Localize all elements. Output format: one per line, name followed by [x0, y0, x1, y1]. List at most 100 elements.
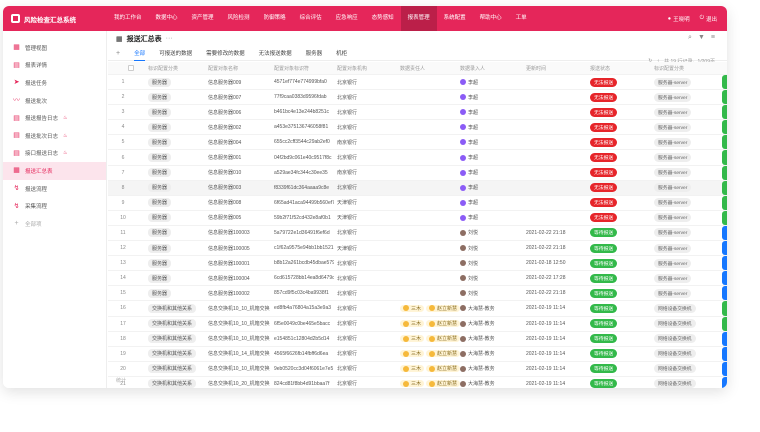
table-row[interactable]: 16 交换机和其他关系 信息交换机10_10_机箱交换 ed8fb4a76804a15…: [108, 301, 727, 317]
table-row[interactable]: 4 服务器 信息服务器002 a453e375136746058f81 北京银行 李超 无法…: [108, 120, 727, 136]
tab-1[interactable]: 可报送的数据: [159, 49, 192, 57]
table-row[interactable]: 5 服务器 信息服务器004 655cc2cff3544c29ab2ef0 南京银行 李超…: [108, 135, 727, 151]
nav-item-8[interactable]: 报表管理: [400, 6, 437, 31]
hot-icon: ♨: [63, 132, 68, 139]
cell-name[interactable]: 信息交换机10_10_机箱交换: [208, 301, 270, 315]
table-row[interactable]: 3 服务器 信息服务器006 b461bc4e13e244b8251c 北京银行 李超 无法…: [108, 105, 727, 121]
person: 李超: [460, 124, 478, 131]
status-badge: 无法报送: [590, 122, 618, 132]
tab-0[interactable]: 全部: [134, 49, 146, 61]
add-view-icon[interactable]: +: [116, 50, 120, 57]
table-row[interactable]: 9 服务器 信息服务器008 6f65ad41aca94499b560ef7 天津银行 李…: [108, 195, 727, 211]
cell-name[interactable]: 信息服务器100002: [208, 286, 270, 300]
nav-item-9[interactable]: 系统配置: [437, 6, 473, 31]
tab-3[interactable]: 无法报送数据: [259, 49, 292, 57]
cell-name[interactable]: 信息交换机10_10_机箱交换: [208, 317, 270, 331]
table-row[interactable]: 10 服务器 信息服务器005 59b2f71f52cd432e8af0b1 天津银行 李…: [108, 210, 727, 226]
type-tag: 服务器: [148, 168, 172, 178]
cell-name[interactable]: 信息服务器010: [208, 166, 270, 180]
table-row[interactable]: 7 服务器 信息服务器010 a529ae34fc344c30ee35 南京银行 李超 无法…: [108, 165, 727, 181]
cell-name[interactable]: 信息服务器005: [208, 211, 270, 225]
row-number-label: 10: [120, 214, 126, 221]
cell-name[interactable]: 信息交换机10_10_机箱交换: [208, 332, 270, 346]
table-row[interactable]: 18 交换机和其他关系 信息交换机10_10_机箱交换 e154851c12804d2…: [108, 331, 727, 347]
nav-item-10[interactable]: 帮助中心: [473, 6, 509, 31]
logout-button[interactable]: ⏻ 退出: [700, 15, 717, 23]
brand-logo[interactable]: 风险检查汇总系统: [3, 14, 107, 24]
table-row[interactable]: 15 服务器 信息服务器100002 857cd9f5c03c4ba9938f1 北京银…: [108, 286, 727, 302]
cell-name[interactable]: 信息交换机10_10_机箱交换: [208, 362, 270, 376]
sidebar-item-6[interactable]: ▤ 接口报送日志 ♨: [3, 145, 106, 163]
select-all-checkbox[interactable]: [128, 65, 134, 71]
cell-name[interactable]: 信息服务器009: [208, 75, 270, 89]
row-edge-marker: [722, 225, 727, 241]
nav-item-7[interactable]: 态势感知: [365, 6, 401, 31]
cell-identifier: 4571ef774e774999bfa0: [274, 75, 334, 89]
sidebar-item-4[interactable]: ▤ 报送报告日志 ♨: [3, 109, 106, 127]
tab-4[interactable]: 服务器: [306, 49, 323, 57]
table-row[interactable]: 8 服务器 信息服务器003 f8339f61dc364aaaa9c8e 北京银行 李超 无…: [108, 180, 727, 196]
nav-item-3[interactable]: 风险检测: [221, 6, 257, 31]
tab-2[interactable]: 需要修改的数据: [206, 49, 245, 57]
nav-item-0[interactable]: 我的工作台: [107, 6, 149, 31]
sidebar-item-0[interactable]: ▦ 管理视图: [3, 39, 106, 57]
table-row[interactable]: 6 服务器 信息服务器001 04f2bd9c061e40c9517f8c 北京银行 李超…: [108, 150, 727, 166]
cell-name[interactable]: 信息服务器007: [208, 90, 270, 104]
nav-item-4[interactable]: 防御策略: [257, 6, 293, 31]
sidebar-item-2[interactable]: ➤ 报送任务: [3, 74, 106, 92]
cell-name[interactable]: 信息服务器002: [208, 120, 270, 134]
cell-class: 服务器-server: [654, 75, 724, 89]
row-number: 15: [114, 286, 132, 300]
cell-name[interactable]: 信息交换机10_14_机箱交换: [208, 347, 270, 361]
table-row[interactable]: 2 服务器 信息服务器007 77f9caa0383d9596fdab 北京银行 李超 无法…: [108, 90, 727, 106]
nav-item-1[interactable]: 数据中心: [149, 6, 185, 31]
more-icon[interactable]: ···: [166, 35, 173, 42]
object-id: b8b12a261bcdb45dbae579: [274, 260, 334, 267]
search-icon[interactable]: ⌕: [688, 34, 692, 42]
object-id: 9eb0520cc3d04f6061e7e5: [274, 365, 334, 372]
sidebar-item-8[interactable]: ↯ 报送流程: [3, 180, 106, 198]
table-row[interactable]: 1 服务器 信息服务器009 4571ef774e774999bfa0 北京银行 李超 无法…: [108, 75, 727, 91]
cell-recorder: 李超: [460, 181, 522, 195]
nav-item-6[interactable]: 应急响应: [329, 6, 365, 31]
cell-name[interactable]: 信息服务器100003: [208, 226, 270, 240]
table-row[interactable]: 11 服务器 信息服务器100003 5a79722e1d36491f6ef6d 北京银…: [108, 225, 727, 242]
cell-status: 无法报送: [590, 120, 652, 134]
status-badge: 等待报送: [590, 243, 618, 253]
table-row[interactable]: 12 服务器 信息服务器100005 c1f62a9575e94bb1bb1521 天津…: [108, 241, 727, 257]
nav-item-11[interactable]: 工单: [509, 6, 534, 31]
table-row[interactable]: 17 交换机和其他关系 信息交换机10_10_机箱交换 6f5e0049c0be465…: [108, 316, 727, 332]
cell-name[interactable]: 信息服务器003: [208, 181, 270, 195]
tab-5[interactable]: 机柜: [336, 49, 347, 57]
sidebar-item-10[interactable]: + 全部项: [3, 215, 106, 233]
cell-org: 北京银行: [337, 105, 397, 119]
cell-name[interactable]: 信息服务器100005: [208, 241, 270, 255]
sidebar-item-9[interactable]: ↯ 采集流程: [3, 197, 106, 215]
cell-name[interactable]: 信息服务器008: [208, 196, 270, 210]
column-header-0[interactable]: [128, 62, 136, 74]
sidebar-item-label: 全部项: [25, 221, 42, 228]
table-row[interactable]: 13 服务器 信息服务器100001 b8b12a261bcdb45dbae579 北京…: [108, 256, 727, 272]
class-tag: 服务器-server: [654, 183, 692, 193]
sidebar-item-7[interactable]: ▦ 报送汇总表: [3, 162, 106, 180]
user-menu[interactable]: ● 王晓明: [668, 15, 690, 23]
cell-org: 北京银行: [337, 362, 397, 376]
cell-name[interactable]: 信息交换机10_20_机箱交换: [208, 377, 270, 388]
table-row[interactable]: 21 交换机和其他关系 信息交换机10_20_机箱交换 824cd81f8bb4d91…: [108, 376, 727, 388]
user-icon: ●: [667, 15, 672, 22]
table-row[interactable]: 19 交换机和其他关系 信息交换机10_14_机箱交换 4565f6626fb14fb…: [108, 346, 727, 362]
cell-name[interactable]: 信息服务器004: [208, 135, 270, 149]
sidebar-item-1[interactable]: ▤ 报表详情: [3, 57, 106, 75]
cell-name[interactable]: 信息服务器001: [208, 150, 270, 164]
nav-item-5[interactable]: 综合评估: [293, 6, 329, 31]
cell-name[interactable]: 信息服务器006: [208, 105, 270, 119]
cell-name[interactable]: 信息服务器100004: [208, 271, 270, 285]
sidebar-item-3[interactable]: 〰报送批次: [3, 92, 106, 110]
settings-icon[interactable]: ≡: [711, 34, 715, 42]
cell-name[interactable]: 信息服务器100001: [208, 256, 270, 270]
nav-item-2[interactable]: 资产管理: [185, 6, 221, 31]
sidebar-item-5[interactable]: ▤ 报送批次日志 ♨: [3, 127, 106, 145]
table-row[interactable]: 20 交换机和其他关系 信息交换机10_10_机箱交换 9eb0520cc3d04f6…: [108, 361, 727, 377]
filter-icon[interactable]: ▼: [698, 34, 705, 42]
table-row[interactable]: 14 服务器 信息服务器100004 6cd615728bb14ea8d6479c 北京…: [108, 271, 727, 287]
